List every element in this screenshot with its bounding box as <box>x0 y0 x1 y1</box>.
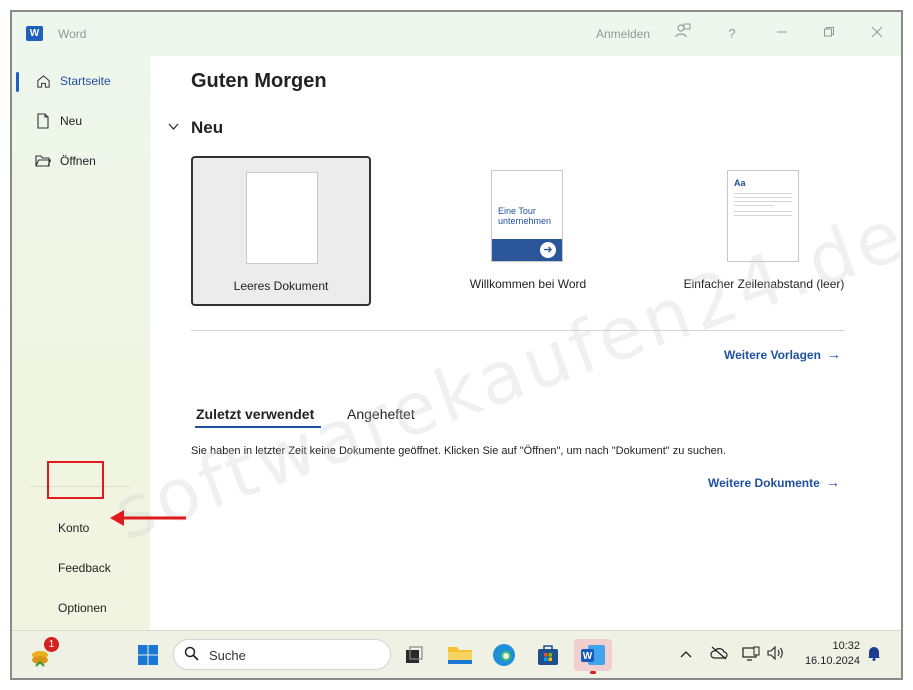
network-icon[interactable] <box>742 646 760 665</box>
cloud-offline-icon[interactable] <box>710 646 728 663</box>
sidebar-item-label: Öffnen <box>60 154 96 168</box>
text-line <box>734 211 792 212</box>
section-divider <box>191 330 845 331</box>
collapse-chevron-icon[interactable] <box>168 120 179 134</box>
highlight-box <box>47 461 104 499</box>
volume-icon[interactable] <box>767 645 785 663</box>
minimize-button[interactable] <box>771 23 793 45</box>
new-document-icon <box>34 113 52 129</box>
template-thumbnail: Aa <box>727 170 799 262</box>
sidebar-item-account[interactable]: Konto <box>58 521 89 535</box>
sidebar-item-feedback[interactable]: Feedback <box>58 561 111 575</box>
search-placeholder: Suche <box>209 648 246 663</box>
home-icon <box>34 74 52 89</box>
main-panel: Guten Morgen Neu Leeres Dokument Eine To… <box>150 56 901 630</box>
text-line <box>734 201 792 202</box>
sidebar-item-label: Startseite <box>60 74 111 88</box>
word-logo-icon: W <box>26 26 43 41</box>
widgets-icon[interactable]: 1 <box>26 637 59 671</box>
thumbnail-text: Aa <box>734 178 746 188</box>
empty-recent-message: Sie haben in letzter Zeit keine Dokument… <box>191 445 726 457</box>
template-single-spacing[interactable]: Aa Einfacher Zeilenabstand (leer) <box>674 156 854 306</box>
template-welcome-word[interactable]: Eine Tour unternehmen ➜ Willkommen bei W… <box>438 156 618 306</box>
clock-date: 16.10.2024 <box>804 655 860 667</box>
more-templates-link[interactable]: Weitere Vorlagen → <box>724 346 841 362</box>
page-title: Guten Morgen <box>191 70 327 92</box>
word-window: W Word Anmelden ? Startseite Neu Öffnen … <box>12 12 901 630</box>
help-button[interactable]: ? <box>721 23 743 45</box>
template-thumbnail: Eine Tour unternehmen ➜ <box>491 170 563 262</box>
system-clock[interactable]: 10:32 16.10.2024 <box>790 639 860 669</box>
text-line <box>734 205 774 206</box>
template-name: Willkommen bei Word <box>469 277 587 291</box>
start-button[interactable] <box>132 639 164 671</box>
arrow-right-icon: → <box>826 346 841 362</box>
text-line <box>734 215 792 216</box>
title-bar: W Word Anmelden ? <box>12 12 901 56</box>
store-icon[interactable] <box>532 639 564 671</box>
folder-open-icon <box>34 154 52 168</box>
sidebar-item-options[interactable]: Optionen <box>58 601 107 615</box>
text-line <box>734 193 792 194</box>
arrow-right-icon: → <box>825 474 840 490</box>
sidebar-item-label: Neu <box>60 114 83 128</box>
notification-bell-icon[interactable] <box>867 645 881 664</box>
text-line <box>734 197 792 198</box>
template-thumbnail <box>246 172 318 264</box>
backstage-sidebar: Startseite Neu Öffnen Konto Feedback Opt… <box>12 56 150 630</box>
taskbar: 1 Suche W 10:32 16.10.2024 <box>12 630 901 678</box>
taskbar-search-input[interactable]: Suche <box>173 639 391 670</box>
more-templates-label: Weitere Vorlagen <box>724 348 821 362</box>
template-name: Einfacher Zeilenabstand (leer) <box>683 277 845 291</box>
clock-time: 10:32 <box>832 640 860 652</box>
sidebar-item-new[interactable]: Neu <box>16 106 146 136</box>
screenshot-frame: W Word Anmelden ? Startseite Neu Öffnen … <box>10 10 903 680</box>
thumbnail-text: Eine Tour unternehmen <box>498 206 552 226</box>
signin-button[interactable]: Anmelden <box>596 27 650 41</box>
tab-pinned[interactable]: Angeheftet <box>347 406 415 422</box>
svg-text:W: W <box>583 651 593 662</box>
tab-recent[interactable]: Zuletzt verwendet <box>196 406 314 422</box>
more-documents-label: Weitere Dokumente <box>708 476 820 490</box>
notification-badge: 1 <box>44 637 59 652</box>
sidebar-item-open[interactable]: Öffnen <box>16 146 146 176</box>
section-title-new: Neu <box>191 118 224 137</box>
word-taskbar-icon[interactable]: W <box>574 639 612 674</box>
search-icon <box>184 646 199 664</box>
edge-browser-icon[interactable] <box>488 639 520 671</box>
more-documents-link[interactable]: Weitere Dokumente → <box>708 474 840 490</box>
task-view-icon[interactable] <box>398 639 430 671</box>
show-hidden-icons-icon[interactable] <box>680 646 692 662</box>
tab-active-indicator <box>195 426 321 428</box>
app-title: Word <box>58 27 87 41</box>
sidebar-item-home[interactable]: Startseite <box>16 66 146 96</box>
feedback-person-icon[interactable] <box>672 23 694 45</box>
running-indicator <box>590 671 596 674</box>
template-name: Leeres Dokument <box>233 279 329 293</box>
template-blank-document[interactable]: Leeres Dokument <box>191 156 371 306</box>
file-explorer-icon[interactable] <box>444 639 476 671</box>
annotation-arrow-icon <box>110 510 186 526</box>
restore-button[interactable] <box>818 23 840 45</box>
close-button[interactable] <box>866 23 888 45</box>
arrow-right-icon: ➜ <box>540 242 556 258</box>
